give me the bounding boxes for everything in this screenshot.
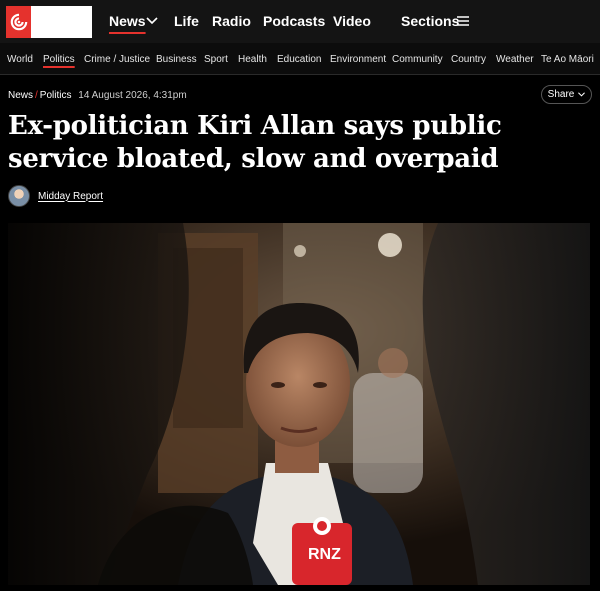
- nav-video[interactable]: Video: [333, 13, 371, 29]
- secnav-business[interactable]: Business: [156, 54, 197, 65]
- secnav-crime-justice[interactable]: Crime / Justice: [84, 54, 150, 65]
- top-nav-bar: News Life Radio Podcasts Video Sections: [0, 0, 600, 43]
- secnav-health[interactable]: Health: [238, 54, 267, 65]
- share-button[interactable]: Share: [541, 85, 592, 104]
- nav-life[interactable]: Life: [174, 13, 199, 29]
- chevron-down-icon: [578, 92, 586, 97]
- article-headline: Ex-politician Kiri Allan says public ser…: [8, 111, 502, 174]
- secnav-sport[interactable]: Sport: [204, 54, 228, 65]
- hamburger-menu-icon[interactable]: [457, 16, 469, 26]
- byline: Midday Report: [8, 185, 103, 207]
- author-link[interactable]: Midday Report: [38, 191, 103, 202]
- author-avatar: [8, 185, 30, 207]
- breadcrumb: News / Politics 14 August 2026, 4:31pm: [8, 90, 187, 101]
- nav-news[interactable]: News: [109, 13, 146, 29]
- share-label: Share: [547, 89, 575, 100]
- sections-button[interactable]: Sections: [401, 13, 459, 29]
- breadcrumb-politics[interactable]: Politics: [40, 90, 72, 101]
- chevron-down-icon[interactable]: [146, 16, 158, 26]
- microphone-label: RNZ: [308, 546, 341, 563]
- publish-date: 14 August 2026, 4:31pm: [78, 90, 187, 101]
- secnav-environment[interactable]: Environment: [330, 54, 386, 65]
- secnav-country[interactable]: Country: [451, 54, 486, 65]
- secnav-world[interactable]: World: [7, 54, 33, 65]
- nav-podcasts[interactable]: Podcasts: [263, 13, 325, 29]
- nav-radio[interactable]: Radio: [212, 13, 251, 29]
- secnav-community[interactable]: Community: [392, 54, 443, 65]
- secnav-education[interactable]: Education: [277, 54, 321, 65]
- secnav-weather[interactable]: Weather: [496, 54, 534, 65]
- hero-image: RNZ: [8, 223, 590, 585]
- secnav-te-ao-maori[interactable]: Te Ao Māori: [541, 54, 594, 65]
- rnz-logo-icon: [6, 6, 31, 38]
- section-nav: World Politics Crime / Justice Business …: [0, 43, 600, 75]
- breadcrumb-news[interactable]: News: [8, 90, 33, 101]
- secnav-politics[interactable]: Politics: [43, 54, 75, 65]
